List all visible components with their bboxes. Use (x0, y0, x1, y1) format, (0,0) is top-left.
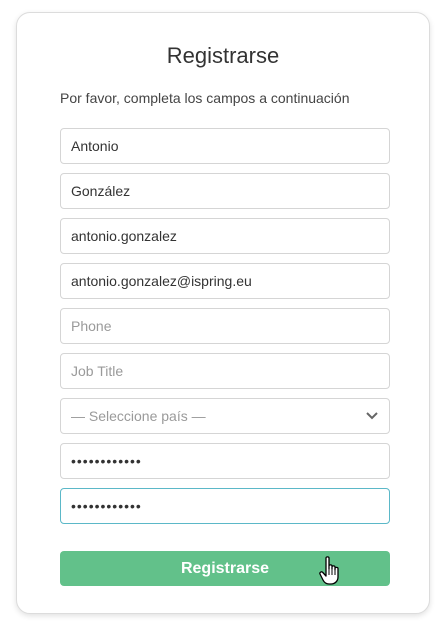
first-name-input[interactable] (60, 128, 390, 164)
job-title-input[interactable] (60, 353, 390, 389)
email-input[interactable] (60, 263, 390, 299)
form-instructions: Por favor, completa los campos a continu… (60, 90, 350, 106)
page-title: Registrarse (166, 43, 280, 68)
registration-card: Registrarse Por favor, completa los camp… (16, 12, 430, 614)
password-mask: •••••••••••• (71, 453, 142, 469)
last-name-input[interactable] (60, 173, 390, 209)
username-input[interactable] (60, 218, 390, 254)
country-select[interactable]: — Seleccione país — (60, 398, 390, 434)
confirm-password-mask: •••••••••••• (71, 498, 142, 514)
hand-pointer-cursor-icon (319, 556, 341, 586)
country-select-label: — Seleccione país — (71, 408, 206, 424)
phone-input[interactable] (60, 308, 390, 344)
password-input[interactable]: •••••••••••• (60, 443, 390, 479)
confirm-password-input[interactable]: •••••••••••• (60, 488, 390, 524)
chevron-down-icon (365, 409, 379, 423)
